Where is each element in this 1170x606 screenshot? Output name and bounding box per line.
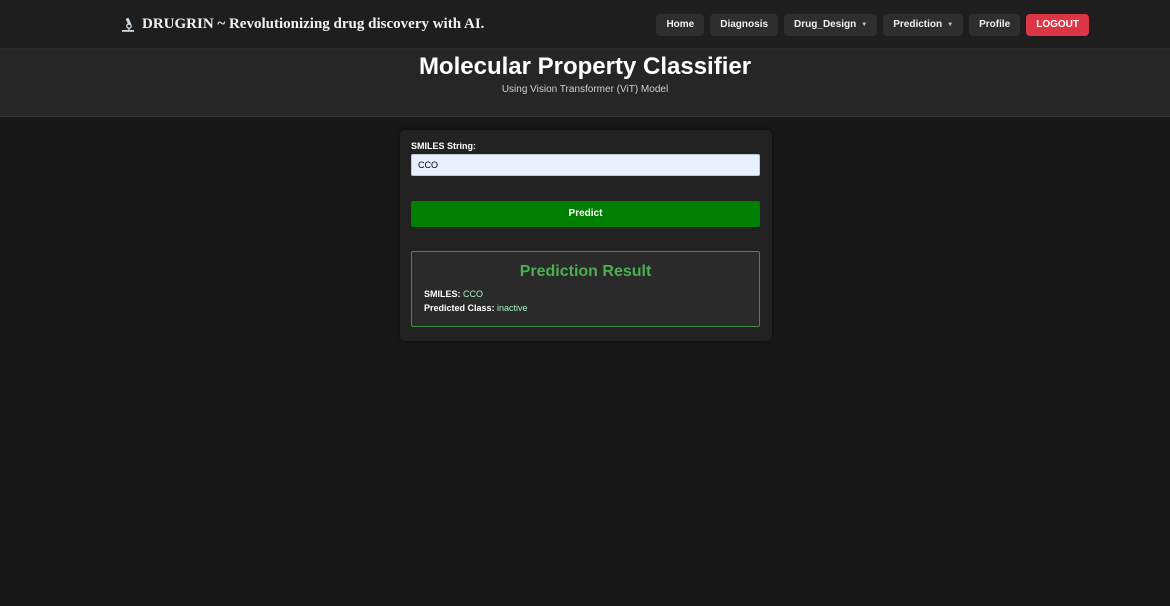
nav-drug-design-label: Drug_Design [794,19,857,30]
page-title: Molecular Property Classifier [418,53,752,80]
result-class-value: inactive [497,303,528,313]
microscope-icon [120,17,136,33]
nav-diagnosis-button[interactable]: Diagnosis [710,14,779,36]
result-class-key: Predicted Class: [424,303,495,313]
nav-profile-label: Profile [979,19,1011,30]
logout-label: LOGOUT [1036,19,1079,30]
page-header: Molecular Property Classifier Using Visi… [0,49,1170,117]
chevron-down-icon: ▼ [861,22,868,28]
result-smiles-line: SMILES: CCO [424,289,747,299]
classifier-card: SMILES String: Predict Prediction Result… [400,130,772,341]
nav-home-label: Home [666,19,695,30]
chevron-down-icon: ▼ [947,22,954,28]
predict-button[interactable]: Predict [411,201,760,227]
brand[interactable]: DRUGRIN ~ Revolutionizing drug discovery… [120,16,484,33]
navbar: DRUGRIN ~ Revolutionizing drug discovery… [0,0,1170,49]
result-smiles-value: CCO [463,289,484,299]
nav-diagnosis-label: Diagnosis [720,19,769,30]
nav-drug-design-dropdown[interactable]: Drug_Design ▼ [784,14,878,36]
result-smiles-key: SMILES: [424,289,461,299]
nav-prediction-label: Prediction [893,19,943,30]
nav-prediction-dropdown[interactable]: Prediction ▼ [883,14,964,36]
page-subtitle: Using Vision Transformer (ViT) Model [501,84,669,95]
nav-profile-button[interactable]: Profile [969,14,1021,36]
nav-home-button[interactable]: Home [656,14,705,36]
result-title: Prediction Result [519,263,652,280]
smiles-input[interactable] [411,154,760,176]
result-class-line: Predicted Class: inactive [424,303,747,313]
prediction-result: Prediction Result SMILES: CCO Predicted … [411,251,760,327]
smiles-label: SMILES String: [411,141,476,151]
nav-menu: Home Diagnosis Drug_Design ▼ Prediction … [656,14,1089,36]
brand-text: DRUGRIN ~ Revolutionizing drug discovery… [142,16,485,32]
logout-button[interactable]: LOGOUT [1026,14,1089,36]
